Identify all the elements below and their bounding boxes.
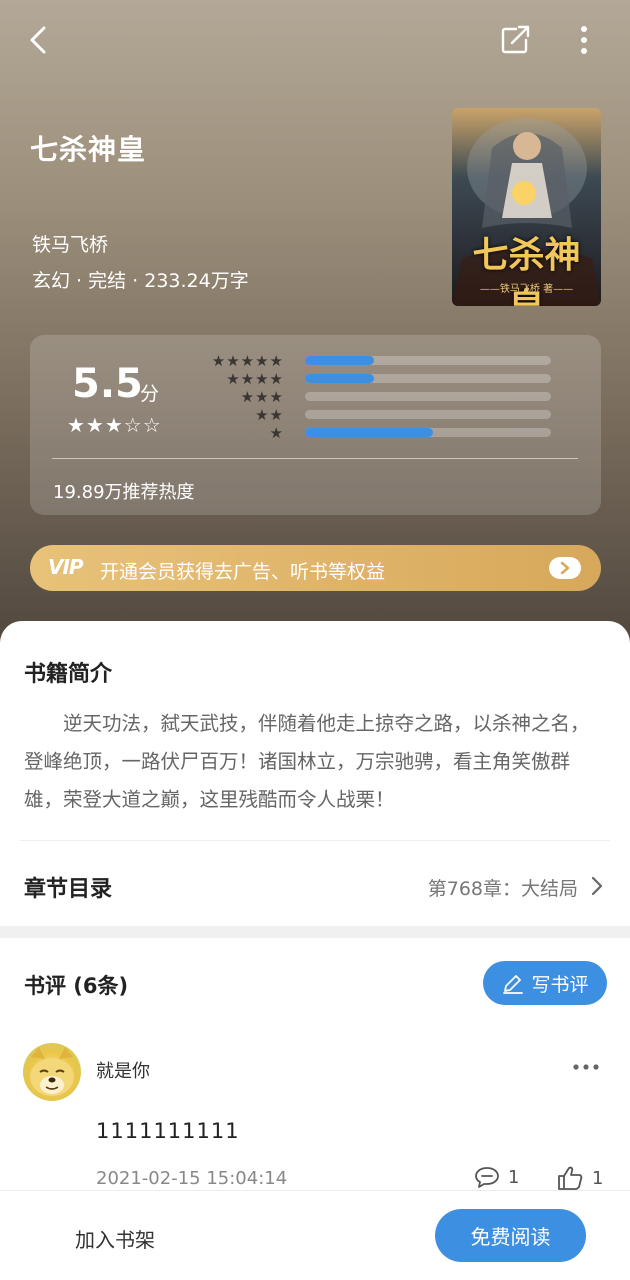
comment-icon: [475, 1167, 499, 1188]
doge-avatar-icon: [30, 1047, 74, 1096]
rating-row-bar: [305, 428, 551, 437]
comment-count: 1: [508, 1166, 520, 1188]
more-button[interactable]: [566, 22, 602, 58]
add-to-shelf-button[interactable]: 加入书架: [75, 1224, 155, 1253]
write-review-button[interactable]: 写书评: [483, 961, 607, 1005]
intro-title: 书籍简介: [24, 662, 113, 687]
rating-row-fill: [305, 356, 374, 365]
share-icon: [501, 25, 530, 54]
bottom-action-bar: 加入书架 免费阅读: [0, 1190, 630, 1280]
reviews-title: 书评 (6条): [24, 974, 129, 998]
back-button[interactable]: [20, 22, 56, 58]
chevron-right-icon[interactable]: [590, 875, 604, 901]
book-title: 七杀神皇: [30, 133, 147, 166]
top-bar: [0, 0, 630, 80]
book-meta: 玄幻 · 完结 · 233.24万字: [32, 270, 249, 292]
rating-divider: [52, 458, 578, 459]
section-gap: [0, 926, 630, 938]
vip-banner[interactable]: VIP 开通会员获得去广告、听书等权益: [30, 545, 601, 591]
review-username[interactable]: 就是你: [96, 1057, 150, 1083]
free-read-button[interactable]: 免费阅读: [435, 1209, 586, 1262]
rating-row-stars: ★★: [255, 406, 284, 424]
rating-card: 5.5 分 ★★★☆☆ ★★★★★ ★★★★ ★★★ ★★ ★ 19.89万推荐…: [30, 335, 601, 515]
rating-row-3: ★★★: [200, 388, 560, 406]
rating-row-2: ★★: [200, 406, 560, 424]
review-time: 2021-02-15 15:04:14: [96, 1168, 288, 1189]
like-count: 1: [592, 1167, 604, 1189]
book-cover[interactable]: 七杀神皇 ——铁马飞桥 著——: [452, 108, 601, 306]
rating-row-fill: [305, 374, 374, 383]
cover-subtitle: ——铁马飞桥 著——: [479, 284, 574, 295]
rating-score: 5.5: [72, 361, 143, 407]
recommend-hotness: 19.89万推荐热度: [53, 482, 195, 503]
rating-row-bar: [305, 374, 551, 383]
share-button[interactable]: [497, 22, 533, 58]
rating-stars: ★★★☆☆: [67, 413, 162, 437]
write-review-label: 写书评: [531, 973, 589, 996]
intro-text: 逆天功法，弑天武技，伴随着他走上掠夺之路，以杀神之名，登峰绝顶，一路伏尸百万！诸…: [24, 712, 590, 811]
more-horizontal-icon: [573, 1064, 599, 1070]
book-info-sheet: 书籍简介 逆天功法，弑天武技，伴随着他走上掠夺之路，以杀神之名，登峰绝顶，一路伏…: [0, 621, 630, 926]
rating-row-bar: [305, 410, 551, 419]
vip-logo: VIP: [48, 555, 84, 579]
review-more-button[interactable]: [573, 1056, 599, 1075]
rating-row-stars: ★: [269, 424, 284, 442]
book-header: 七杀神皇 铁马飞桥 玄幻 · 完结 · 233.24万字 七杀神皇 ——铁马飞桥…: [0, 0, 630, 660]
rating-row-1: ★: [200, 424, 560, 442]
book-author[interactable]: 铁马飞桥: [32, 230, 108, 257]
chevron-left-icon: [30, 26, 46, 54]
more-vertical-icon: [581, 26, 587, 54]
rating-row-stars: ★★★: [240, 388, 284, 406]
review-body: 1111111111: [96, 1119, 240, 1143]
reviews-section: 书评 (6条) 写书评 就是你 1111111111 2021-02-15 15…: [0, 938, 630, 1190]
rating-row-5: ★★★★★: [200, 352, 560, 370]
rating-row-fill: [305, 428, 433, 437]
avatar[interactable]: [23, 1043, 81, 1101]
vip-arrow-icon[interactable]: [549, 557, 581, 579]
rating-unit: 分: [140, 383, 160, 405]
review-comments[interactable]: 1: [474, 1165, 519, 1189]
divider: [20, 840, 610, 841]
latest-chapter[interactable]: 第768章：大结局: [428, 874, 578, 901]
chapter-list-title[interactable]: 章节目录: [24, 871, 112, 903]
pen-icon: [503, 975, 524, 994]
vip-text: 开通会员获得去广告、听书等权益: [100, 561, 386, 583]
rating-row-bar: [305, 392, 551, 401]
rating-row-bar: [305, 356, 551, 365]
thumbs-up-icon: [558, 1166, 583, 1190]
review-likes[interactable]: 1: [556, 1165, 603, 1191]
rating-row-stars: ★★★★★: [211, 352, 284, 370]
rating-row-4: ★★★★: [200, 370, 560, 388]
rating-row-stars: ★★★★: [226, 370, 284, 388]
